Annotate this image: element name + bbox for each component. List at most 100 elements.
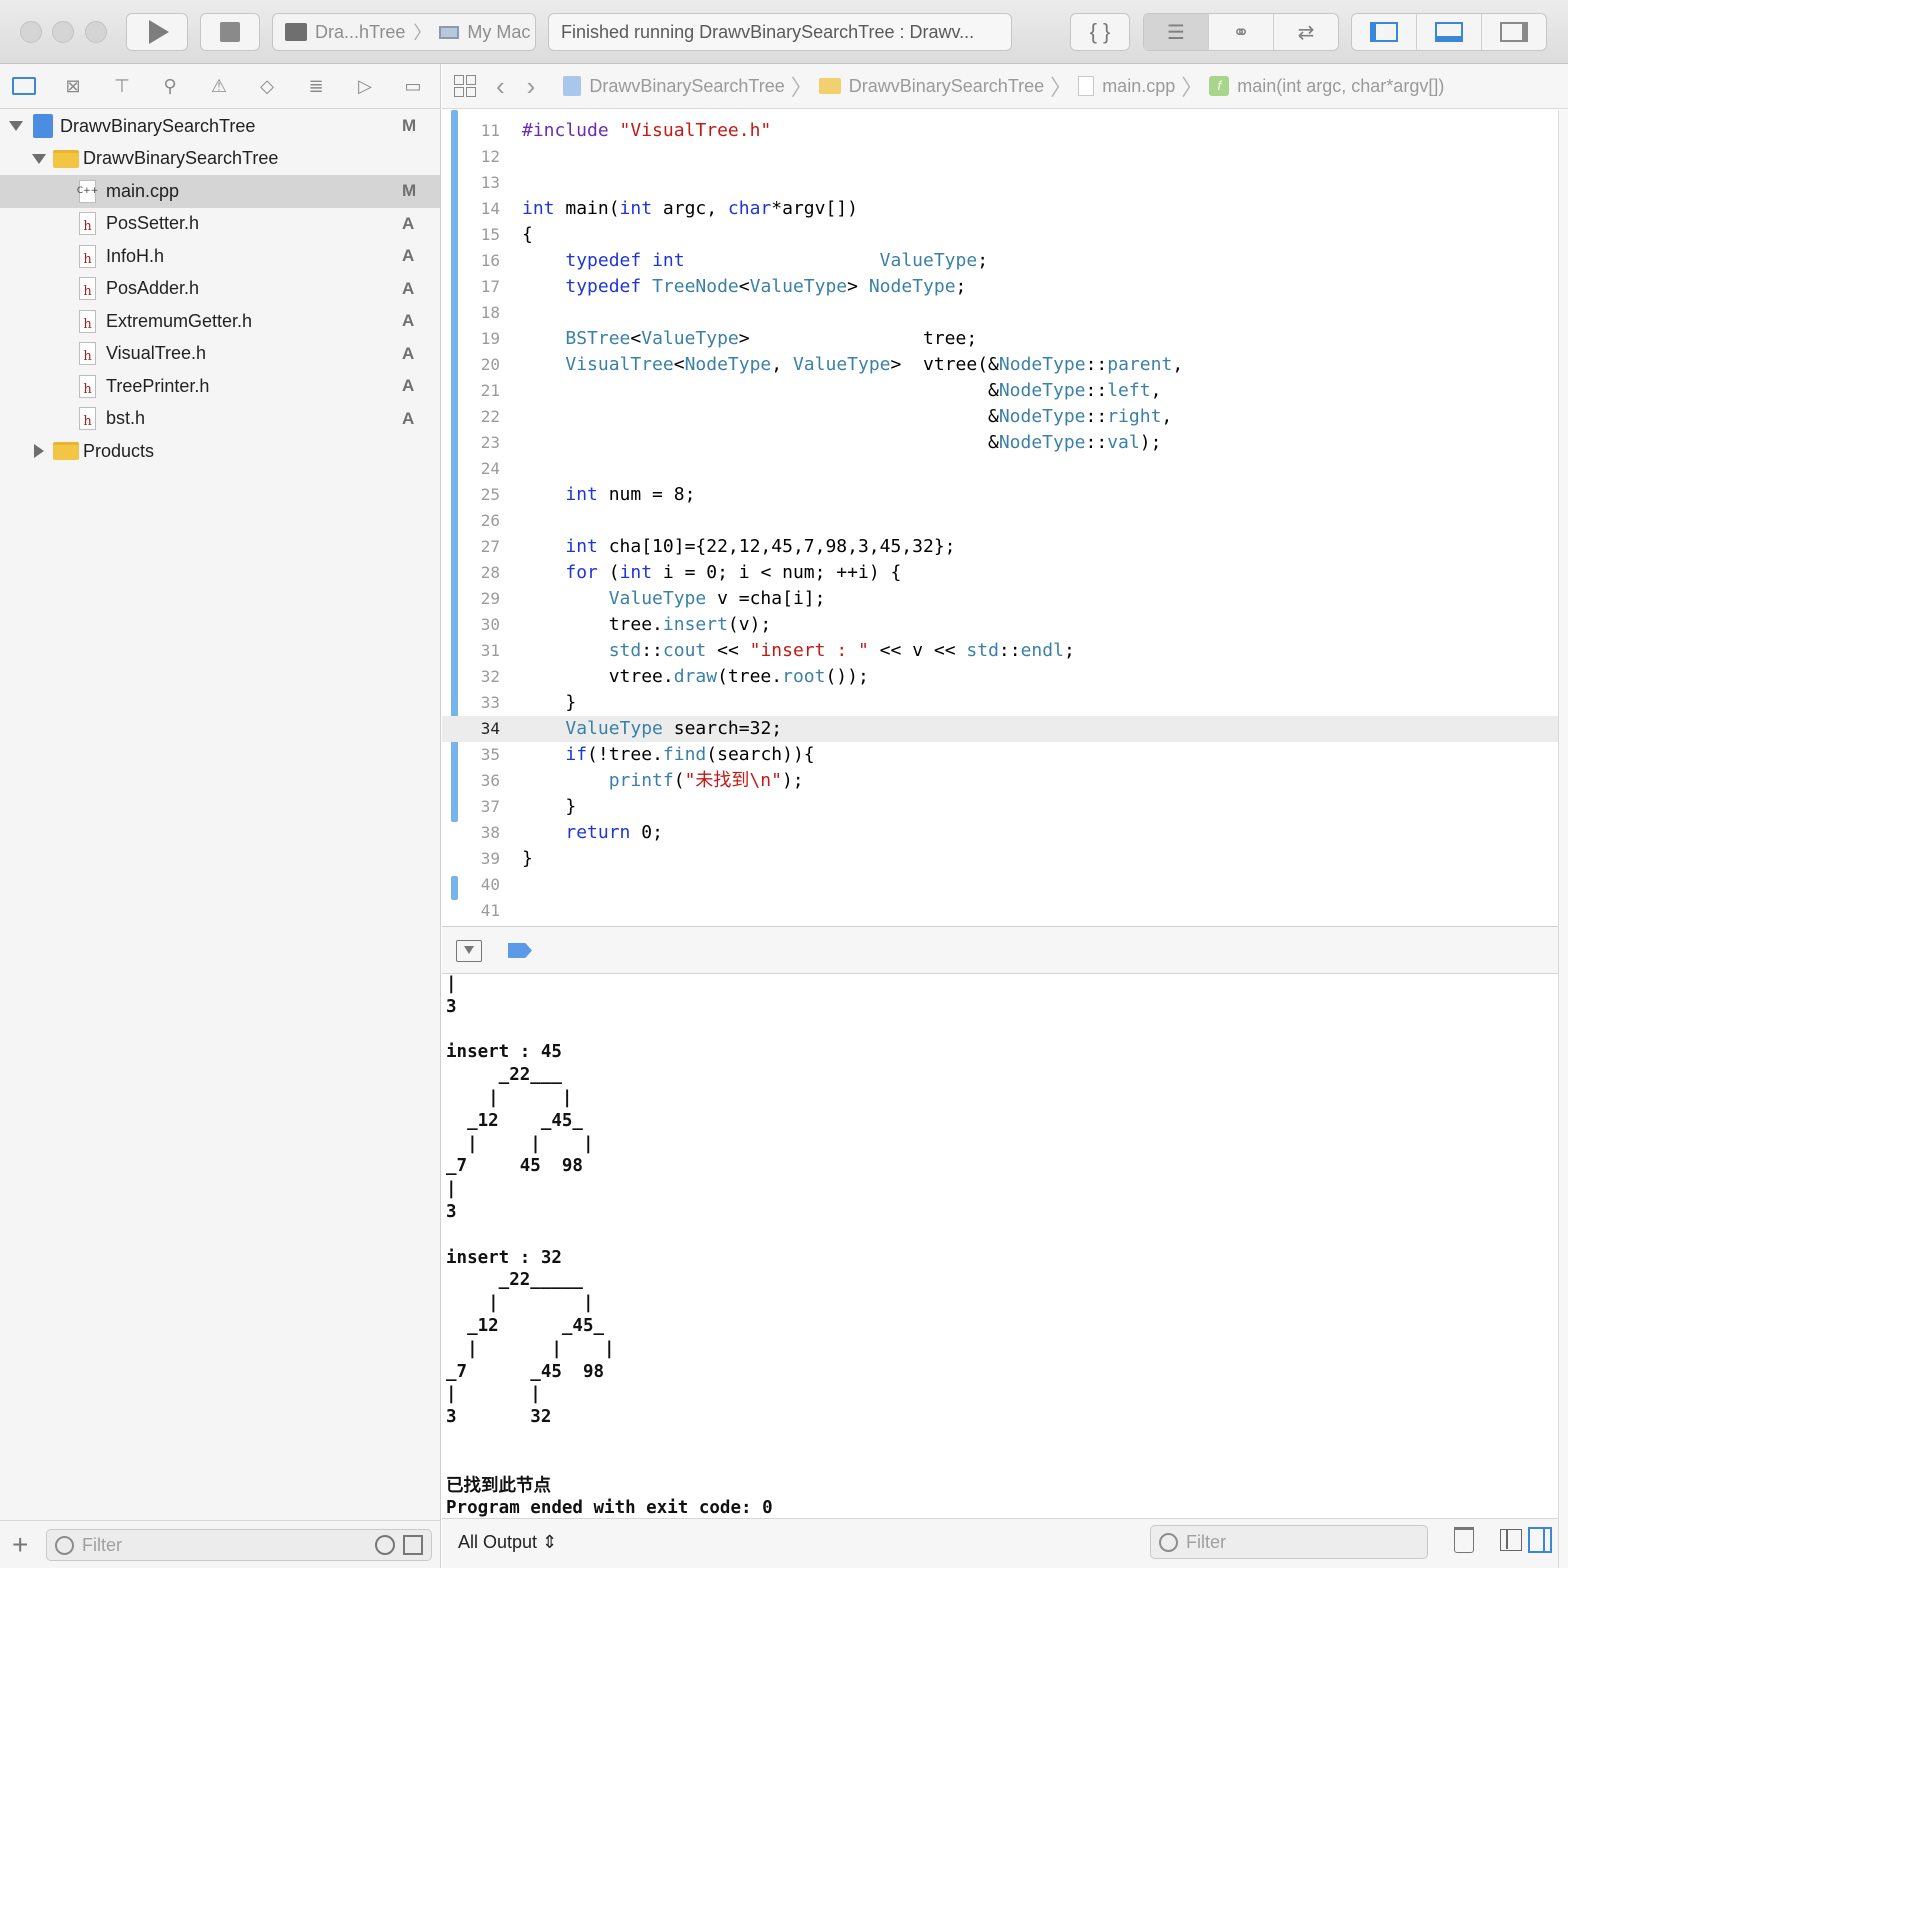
line-number[interactable]: 37 xyxy=(462,794,500,820)
toggle-inspector-button[interactable] xyxy=(1482,14,1546,50)
line-number[interactable]: 33 xyxy=(462,690,500,716)
line-number[interactable]: 13 xyxy=(462,170,500,196)
code-line[interactable]: 24 xyxy=(442,456,1558,482)
line-number[interactable]: 30 xyxy=(462,612,500,638)
hide-debug-area-button[interactable] xyxy=(456,940,482,962)
code-line[interactable]: 29 ValueType v =cha[i]; xyxy=(442,586,1558,612)
close-window-button[interactable] xyxy=(20,21,42,43)
console-output[interactable]: | 3 insert : 45 _22___ | | _12 _45_ | | … xyxy=(442,975,1558,1517)
tree-row-project[interactable]: DrawvBinarySearchTree M xyxy=(0,110,440,143)
version-editor-button[interactable]: ⇄ xyxy=(1274,14,1338,50)
code-line[interactable]: 15 { xyxy=(442,222,1558,248)
line-number[interactable]: 40 xyxy=(462,872,500,898)
line-number[interactable]: 17 xyxy=(462,274,500,300)
find-navigator-tab[interactable]: ⚲ xyxy=(158,74,182,98)
disclosure-expanded-icon[interactable] xyxy=(32,153,46,164)
line-number[interactable]: 32 xyxy=(462,664,500,690)
source-editor[interactable]: 11 #include "VisualTree.h" 12 13 14 int main(… xyxy=(442,110,1558,926)
line-number[interactable]: 28 xyxy=(462,560,500,586)
line-number[interactable]: 35 xyxy=(462,742,500,768)
add-file-button[interactable]: + xyxy=(12,1529,28,1561)
code-line[interactable]: 40 xyxy=(442,872,1558,898)
code-line[interactable]: 36 printf("未找到\n"); xyxy=(442,768,1558,794)
symbol-navigator-tab[interactable]: ⊤ xyxy=(110,74,134,98)
code-line[interactable]: 35 if(!tree.find(search)){ xyxy=(442,742,1558,768)
standard-editor-button[interactable]: ☰ xyxy=(1144,14,1209,50)
report-navigator-tab[interactable]: ▭ xyxy=(401,74,425,98)
line-number[interactable]: 34 xyxy=(462,716,500,742)
code-line[interactable]: 39} xyxy=(442,846,1558,872)
line-number[interactable]: 24 xyxy=(462,456,500,482)
back-arrow-icon[interactable]: ‹ xyxy=(496,71,505,102)
library-button[interactable]: { } xyxy=(1070,13,1130,51)
code-line[interactable]: 41 xyxy=(442,898,1558,924)
toggle-debug-area-button[interactable] xyxy=(1417,14,1482,50)
recent-files-icon[interactable] xyxy=(375,1535,395,1555)
line-number[interactable]: 23 xyxy=(462,430,500,456)
show-variables-view-icon[interactable] xyxy=(1500,1529,1522,1551)
line-number[interactable]: 36 xyxy=(462,768,500,794)
tree-row-main-cpp[interactable]: C++ main.cpp M xyxy=(0,175,440,208)
line-number[interactable]: 39 xyxy=(462,846,500,872)
code-line[interactable]: 31 std::cout << "insert : " << v << std:… xyxy=(442,638,1558,664)
run-button[interactable] xyxy=(126,13,188,51)
console-filter-input[interactable]: Filter xyxy=(1150,1525,1428,1559)
tree-row-file[interactable]: h ExtremumGetter.h A xyxy=(0,305,440,338)
code-line[interactable]: 27 int cha[10]={22,12,45,7,98,3,45,32}; xyxy=(442,534,1558,560)
line-number[interactable]: 21 xyxy=(462,378,500,404)
line-number[interactable]: 14 xyxy=(462,196,500,222)
issue-navigator-tab[interactable]: ⚠ xyxy=(207,74,231,98)
related-items-icon[interactable] xyxy=(454,75,476,97)
scm-filter-icon[interactable] xyxy=(403,1535,423,1555)
show-console-view-icon[interactable] xyxy=(1528,1527,1552,1553)
tree-row-file[interactable]: h PosAdder.h A xyxy=(0,273,440,306)
trash-icon[interactable] xyxy=(1454,1527,1474,1553)
disclosure-collapsed-icon[interactable] xyxy=(34,444,44,459)
line-number[interactable]: 41 xyxy=(462,898,500,924)
code-line[interactable]: 11 #include "VisualTree.h" xyxy=(442,118,1558,144)
output-selector[interactable]: All Output ⇕ xyxy=(458,1532,557,1553)
code-line[interactable]: 28 for (int i = 0; i < num; ++i) { xyxy=(442,560,1558,586)
line-number[interactable]: 22 xyxy=(462,404,500,430)
navigator-filter-input[interactable]: Filter xyxy=(46,1529,432,1561)
code-line[interactable]: 12 xyxy=(442,144,1558,170)
code-line[interactable]: 25 int num = 8; xyxy=(442,482,1558,508)
tree-row-products[interactable]: Products xyxy=(0,435,440,468)
tree-row-group[interactable]: DrawvBinarySearchTree xyxy=(0,143,440,176)
code-line[interactable]: 22 &NodeType::right, xyxy=(442,404,1558,430)
line-number[interactable]: 25 xyxy=(462,482,500,508)
crumb-project[interactable]: DrawvBinarySearchTree xyxy=(563,76,785,97)
code-line[interactable]: 21 &NodeType::left, xyxy=(442,378,1558,404)
code-line[interactable]: 38 return 0; xyxy=(442,820,1558,846)
line-number[interactable]: 12 xyxy=(462,144,500,170)
code-line[interactable]: 13 xyxy=(442,170,1558,196)
tree-row-file[interactable]: h bst.h A xyxy=(0,403,440,436)
code-line[interactable]: 26 xyxy=(442,508,1558,534)
tree-row-file[interactable]: h InfoH.h A xyxy=(0,240,440,273)
breakpoints-toggle-icon[interactable] xyxy=(508,943,532,958)
disclosure-expanded-icon[interactable] xyxy=(9,121,23,132)
scheme-selector[interactable]: Dra...hTree 〉 My Mac xyxy=(272,13,536,51)
debug-navigator-tab[interactable]: ≣ xyxy=(304,74,328,98)
line-number[interactable]: 20 xyxy=(462,352,500,378)
line-number[interactable]: 11 xyxy=(462,118,500,144)
code-line[interactable]: 23 &NodeType::val); xyxy=(442,430,1558,456)
breakpoint-navigator-tab[interactable]: ▷ xyxy=(353,74,377,98)
code-line[interactable]: 14 int main(int argc, char*argv[]) xyxy=(442,196,1558,222)
forward-arrow-icon[interactable]: › xyxy=(527,71,536,102)
code-line[interactable]: 17 typedef TreeNode<ValueType> NodeType; xyxy=(442,274,1558,300)
stop-button[interactable] xyxy=(200,13,260,51)
source-control-tab[interactable]: ⊠ xyxy=(61,74,85,98)
line-number[interactable]: 27 xyxy=(462,534,500,560)
tree-row-file[interactable]: h TreePrinter.h A xyxy=(0,370,440,403)
code-line[interactable]: 34 ValueType search=32; xyxy=(442,716,1558,742)
line-number[interactable]: 16 xyxy=(462,248,500,274)
code-line[interactable]: 37 } xyxy=(442,794,1558,820)
project-navigator-tab[interactable] xyxy=(12,74,36,98)
code-line[interactable]: 32 vtree.draw(tree.root()); xyxy=(442,664,1558,690)
code-line[interactable]: 19 BSTree<ValueType> tree; xyxy=(442,326,1558,352)
zoom-window-button[interactable] xyxy=(85,21,107,43)
tree-row-file[interactable]: h VisualTree.h A xyxy=(0,338,440,371)
line-number[interactable]: 26 xyxy=(462,508,500,534)
line-number[interactable]: 31 xyxy=(462,638,500,664)
